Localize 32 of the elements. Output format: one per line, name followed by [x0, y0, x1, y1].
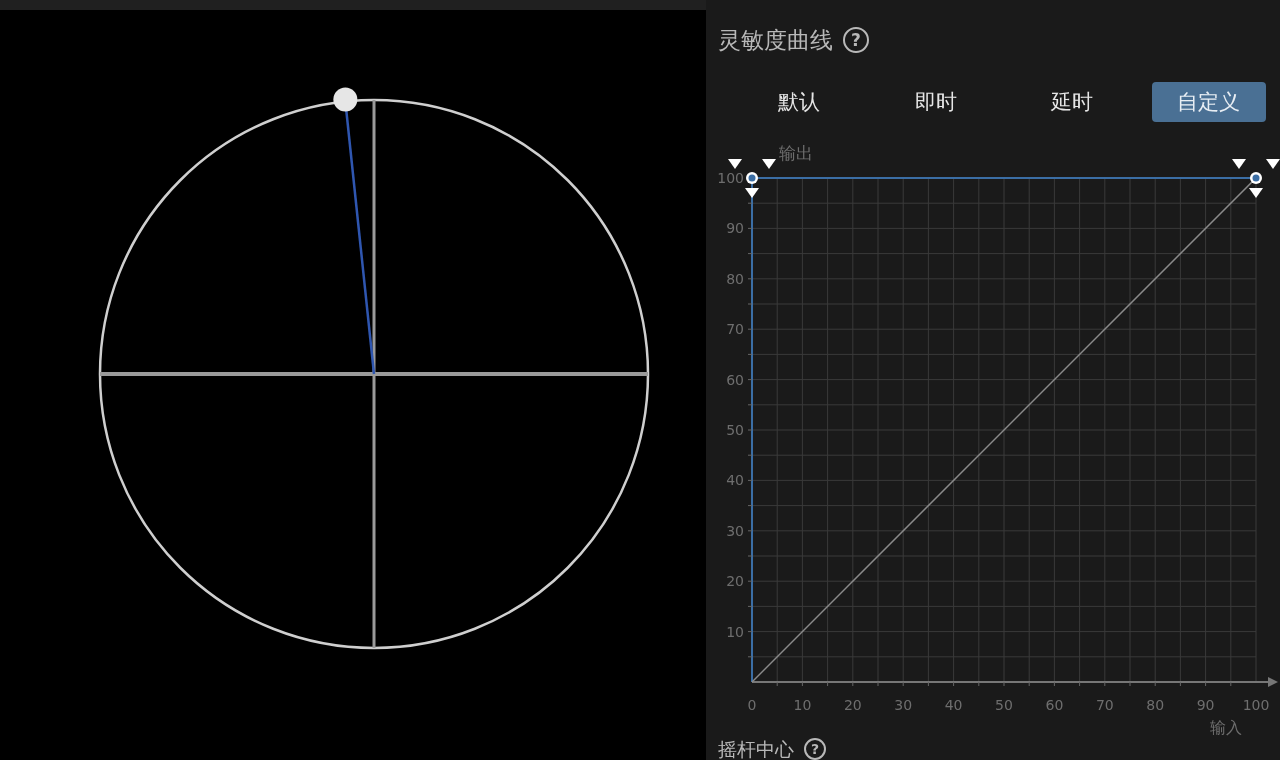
tick-label: 40	[726, 472, 744, 489]
tick-label: 100	[717, 170, 744, 186]
section-title: 摇杆中心	[718, 737, 794, 760]
tick-label: 10	[793, 697, 812, 713]
curve-tab[interactable]: 默认	[742, 82, 856, 122]
curve-tab[interactable]: 自定义	[1151, 82, 1266, 122]
axis-label: 输出	[779, 143, 813, 163]
tick-label: 40	[944, 697, 963, 713]
help-icon[interactable]: ?	[843, 27, 869, 53]
tick-label: 30	[894, 697, 913, 713]
help-icon[interactable]: ?	[804, 737, 826, 760]
tick-label: 80	[1146, 697, 1165, 713]
tick-label: 60	[726, 371, 744, 388]
tick-label: 80	[726, 270, 744, 287]
tick-label: 10	[726, 623, 744, 640]
tick-label: 20	[843, 697, 862, 713]
axis-label: 输入	[1210, 718, 1242, 737]
tick-label: 50	[726, 422, 744, 438]
tick-label: 90	[726, 220, 744, 237]
tick-label: 100	[1242, 697, 1270, 713]
section-title: 灵敏度曲线	[718, 25, 833, 55]
tick-label: 30	[726, 522, 744, 539]
tick-label: 20	[726, 573, 744, 590]
tick-label: 70	[1095, 697, 1114, 713]
tick-label: 70	[726, 321, 744, 338]
curve-tab[interactable]: 延时	[1015, 82, 1130, 122]
tick-label: 0	[747, 697, 757, 713]
tick-label: 90	[1196, 697, 1215, 713]
control-handle[interactable]	[1232, 159, 1280, 198]
tick-label: 50	[995, 697, 1013, 713]
tick-label: 60	[1045, 697, 1064, 713]
curve-tab[interactable]: 即时	[878, 82, 993, 122]
